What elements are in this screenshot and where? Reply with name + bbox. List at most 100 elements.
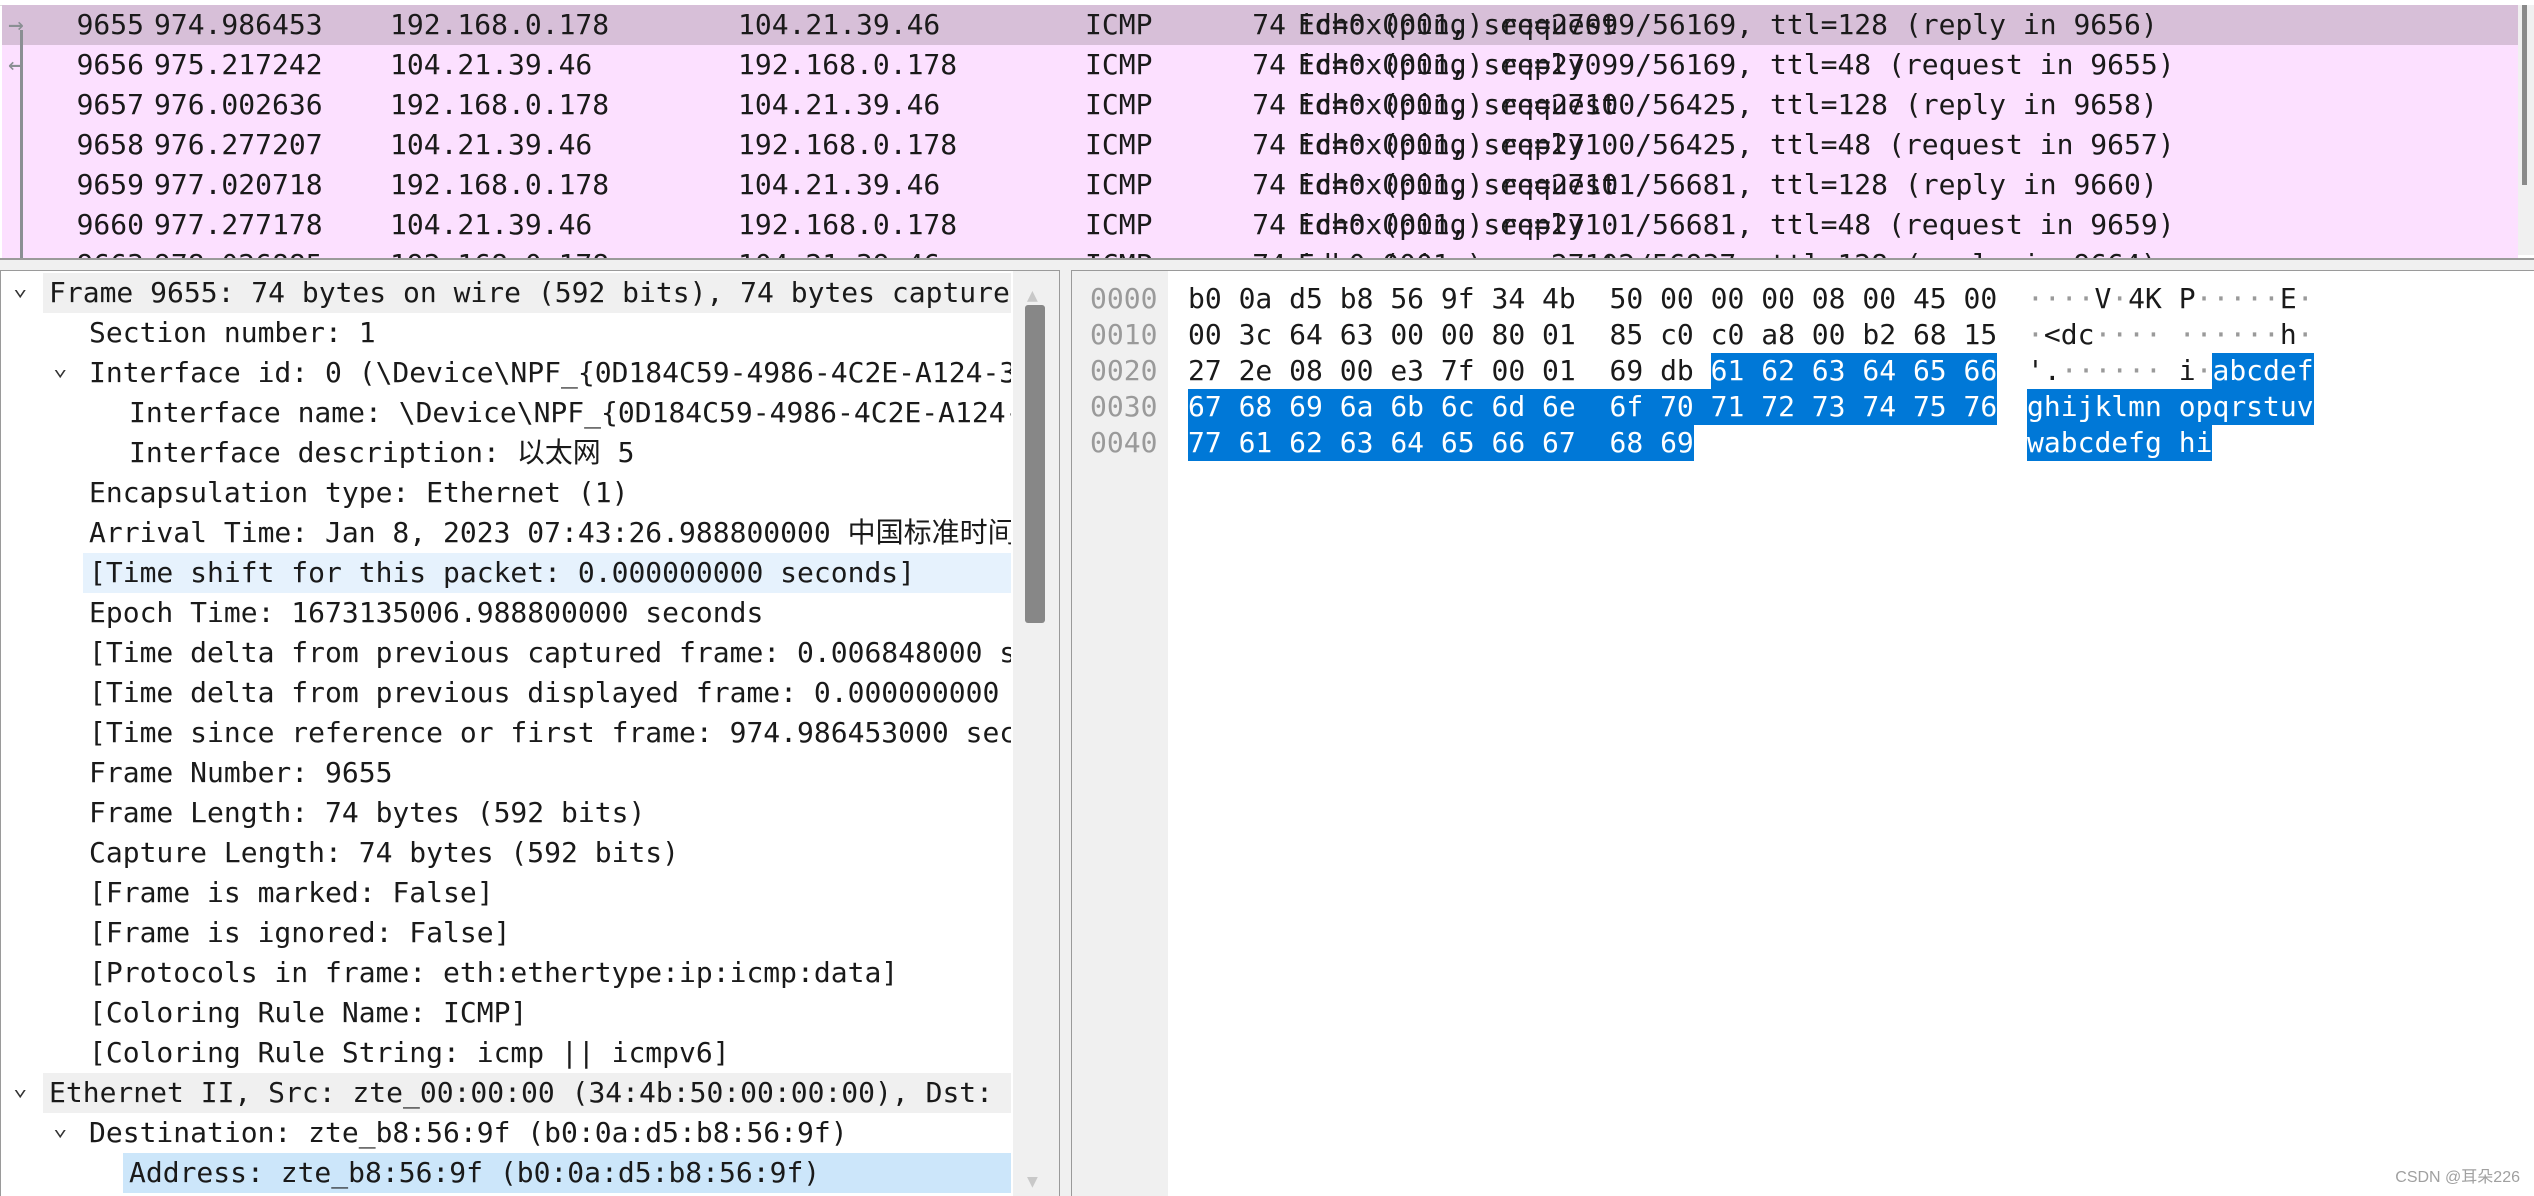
hex-byte[interactable]: 61	[1710, 353, 1745, 389]
hex-byte[interactable]: 64	[1289, 317, 1323, 353]
packet-row[interactable]: 9663 978.026885 192.168.0.178 104.21.39.46 I…	[2, 245, 2518, 258]
hex-byte[interactable]: 66	[1963, 353, 1998, 389]
ascii-char[interactable]: ·	[2094, 353, 2111, 389]
hex-byte[interactable]: 80	[1491, 317, 1525, 353]
ascii-char[interactable]: ·	[2229, 281, 2246, 317]
hex-byte[interactable]: 27	[1188, 353, 1222, 389]
ascii-char[interactable]: ·	[2246, 317, 2263, 353]
ascii-char[interactable]: ·	[2145, 317, 2162, 353]
ascii-char[interactable]: ·	[2196, 353, 2213, 389]
ascii-line[interactable]: ·<dc···· ······h·	[2027, 317, 2314, 353]
hex-byte[interactable]: db	[1660, 353, 1694, 389]
tree-item[interactable]: Interface name: \Device\NPF_{0D184C59-49…	[1, 393, 1011, 433]
hex-byte[interactable]: 08	[1289, 353, 1323, 389]
scroll-down-icon[interactable]: ▼	[1027, 1171, 1038, 1192]
ascii-char[interactable]: a	[2043, 425, 2061, 461]
scrollbar-thumb[interactable]	[1025, 305, 1045, 623]
hex-byte[interactable]: 70	[1660, 389, 1694, 425]
ascii-char[interactable]: v	[2296, 389, 2314, 425]
tree-item[interactable]: [Time since reference or first frame: 97…	[1, 713, 1011, 753]
ascii-char[interactable]: ·	[2196, 281, 2213, 317]
hex-bytes-line[interactable]: 00 3c 64 63 00 00 80 01 85 c0 c0 a8 00 b…	[1188, 317, 1997, 353]
hex-byte[interactable]: 4b	[1542, 281, 1576, 317]
hex-byte[interactable]: b8	[1340, 281, 1374, 317]
ascii-char[interactable]: d	[2061, 317, 2078, 353]
tree-item[interactable]: Address: zte_b8:56:9f (b0:0a:d5:b8:56:9f…	[1, 1153, 1011, 1193]
hex-byte[interactable]: 00	[1441, 317, 1475, 353]
hex-byte[interactable]: 68	[1913, 317, 1947, 353]
ascii-char[interactable]: o	[2178, 389, 2196, 425]
ascii-line[interactable]: '.······ i·abcdef	[2027, 353, 2314, 389]
hex-byte[interactable]: 67	[1188, 389, 1222, 425]
hex-byte[interactable]: 56	[1390, 281, 1424, 317]
ascii-char[interactable]: 4	[2128, 281, 2145, 317]
hex-byte[interactable]: 9f	[1441, 281, 1475, 317]
tree-item[interactable]: [Coloring Rule Name: ICMP]	[1, 993, 1011, 1033]
ascii-char[interactable]: e	[2111, 425, 2129, 461]
hex-byte[interactable]: 64	[1390, 425, 1425, 461]
scroll-up-icon[interactable]: ▲	[1027, 285, 1038, 306]
ascii-char[interactable]: p	[2195, 389, 2213, 425]
ascii-char[interactable]: ·	[2145, 353, 2162, 389]
ascii-char[interactable]: g	[2145, 425, 2162, 461]
hex-byte[interactable]: 08	[1812, 281, 1846, 317]
ascii-char[interactable]: s	[2246, 389, 2264, 425]
ascii-char[interactable]: j	[2077, 389, 2095, 425]
ascii-char[interactable]: h	[2178, 425, 2196, 461]
hex-byte[interactable]: b0	[1188, 281, 1222, 317]
ascii-char[interactable]: c	[2078, 317, 2095, 353]
ascii-char[interactable]: i	[2179, 353, 2196, 389]
scrollbar-thumb[interactable]	[2522, 5, 2527, 185]
ascii-char[interactable]: ·	[2297, 281, 2314, 317]
hex-bytes-line[interactable]: 27 2e 08 00 e3 7f 00 01 69 db 61 62 63 6…	[1188, 353, 1998, 389]
tree-item[interactable]: [Coloring Rule String: icmp || icmpv6]	[1, 1033, 1011, 1073]
hex-byte[interactable]: 00	[1812, 317, 1846, 353]
hex-byte[interactable]: 7f	[1441, 353, 1475, 389]
ascii-char[interactable]: ·	[2263, 281, 2280, 317]
tree-item[interactable]: ⌄ Interface id: 0 (\Device\NPF_{0D184C59-…	[1, 353, 1011, 393]
hex-byte[interactable]: 74	[1862, 389, 1897, 425]
hex-byte[interactable]: e3	[1390, 353, 1424, 389]
packet-details-tree[interactable]: ⌄ Frame 9655: 74 bytes on wire (592 bits)…	[0, 270, 1060, 1196]
ascii-char[interactable]: ·	[2128, 353, 2145, 389]
hex-byte[interactable]: 6f	[1609, 389, 1644, 425]
hex-byte[interactable]: 00	[1964, 281, 1998, 317]
ascii-char[interactable]: ·	[2111, 317, 2128, 353]
ascii-char[interactable]: ·	[2196, 317, 2213, 353]
tree-item[interactable]: [Frame is ignored: False]	[1, 913, 1011, 953]
hex-byte[interactable]: 66	[1491, 425, 1526, 461]
packet-row[interactable]: 9657 976.002636 192.168.0.178 104.21.39.46 I…	[2, 85, 2518, 125]
hex-byte[interactable]: 65	[1440, 425, 1475, 461]
hex-byte[interactable]: 68	[1238, 389, 1273, 425]
details-scrollbar[interactable]: ▲ ▼	[1013, 271, 1059, 1196]
packet-row[interactable]: 9659 977.020718 192.168.0.178 104.21.39.46 I…	[2, 165, 2518, 205]
ascii-char[interactable]: d	[2094, 425, 2112, 461]
packet-list-scrollbar[interactable]	[2518, 5, 2534, 255]
chevron-down-icon[interactable]: ⌄	[13, 273, 27, 307]
hex-byte[interactable]: 00	[1340, 353, 1374, 389]
tree-item[interactable]: Capture Length: 74 bytes (592 bits)	[1, 833, 1011, 873]
hex-byte[interactable]: 62	[1761, 353, 1795, 389]
ascii-char[interactable]: i	[2060, 389, 2078, 425]
hex-byte[interactable]: 34	[1491, 281, 1525, 317]
hex-byte[interactable]: 6c	[1440, 389, 1475, 425]
hex-byte[interactable]: 61	[1238, 425, 1273, 461]
ascii-char[interactable]: '	[2027, 353, 2044, 389]
hex-byte[interactable]: 76	[1963, 389, 1998, 425]
ascii-char[interactable]: h	[2280, 317, 2297, 353]
chevron-down-icon[interactable]: ⌄	[13, 1073, 27, 1107]
ascii-char[interactable]: P	[2179, 281, 2196, 317]
ascii-char[interactable]: d	[2263, 353, 2280, 389]
ascii-char[interactable]: ·	[2212, 317, 2229, 353]
ascii-char[interactable]: b	[2229, 353, 2247, 389]
tree-item[interactable]: Frame Length: 74 bytes (592 bits)	[1, 793, 1011, 833]
ascii-char[interactable]: ·	[2061, 281, 2078, 317]
ascii-char[interactable]: c	[2246, 353, 2264, 389]
hex-byte[interactable]: 01	[1542, 353, 1576, 389]
hex-byte[interactable]: 45	[1913, 281, 1947, 317]
hex-bytes-line[interactable]: 77 61 62 63 64 65 66 67 68 69	[1188, 425, 1694, 461]
ascii-char[interactable]: ·	[2179, 317, 2196, 353]
ascii-char[interactable]: w	[2027, 425, 2044, 461]
ascii-char[interactable]: ·	[2111, 281, 2128, 317]
hex-byte[interactable]: 64	[1862, 353, 1897, 389]
